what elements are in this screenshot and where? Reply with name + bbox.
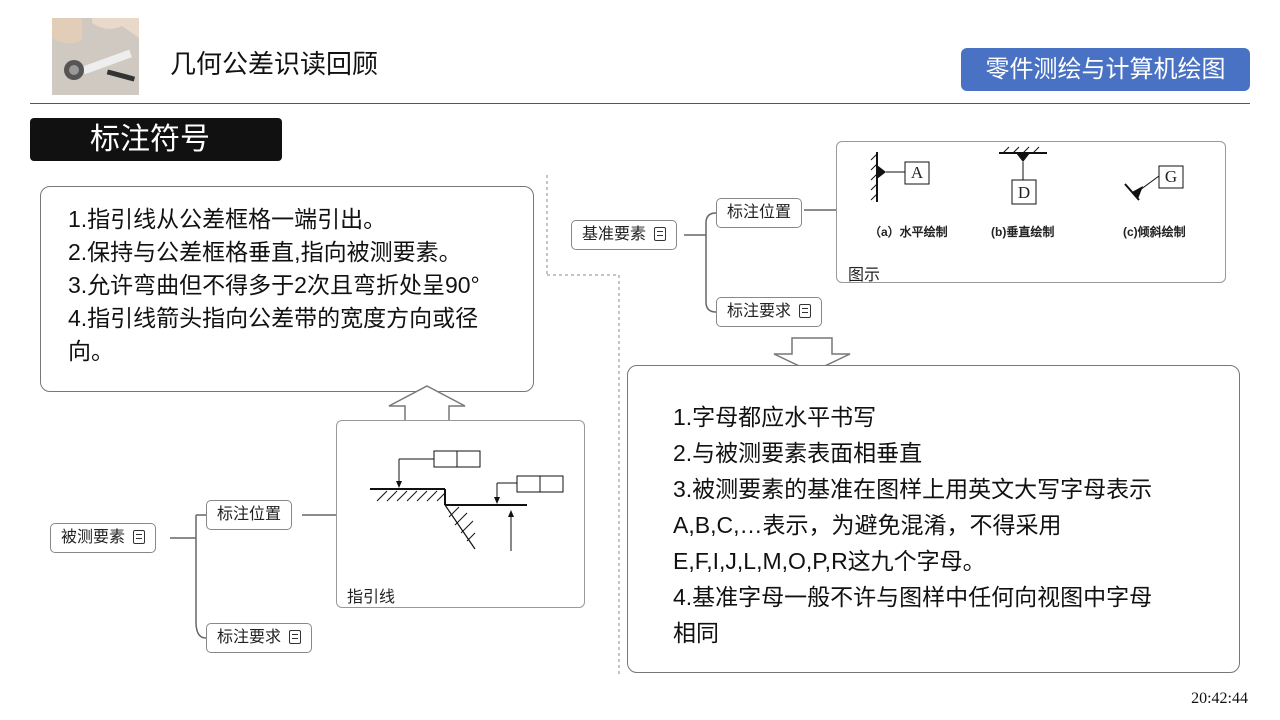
datum-rule-3: 3.被测要素的基准在图样上用英文大写字母表示 bbox=[673, 476, 1153, 502]
measured-position-label: 标注位置 bbox=[217, 506, 282, 523]
caption-inclined: (c)倾斜绘制 bbox=[1123, 225, 1186, 239]
leader-figure-caption: 指引线 bbox=[347, 589, 396, 606]
clock-readout: 20:42:44 bbox=[1191, 690, 1248, 707]
datum-rule-2: 2.与被测要素表面相垂直 bbox=[673, 440, 923, 466]
caption-horizontal: （a）水平绘制 bbox=[869, 225, 948, 239]
caption-vertical: (b)垂直绘制 bbox=[991, 225, 1055, 239]
datum-position-label: 标注位置 bbox=[727, 204, 792, 221]
datum-requirement-label: 标注要求 bbox=[727, 303, 792, 320]
note-icon bbox=[799, 304, 812, 318]
datum-letter-a: A bbox=[910, 163, 924, 182]
datum-figure-caption: 图示 bbox=[848, 267, 881, 284]
note-icon bbox=[654, 227, 667, 241]
measured-element-label: 被测要素 bbox=[61, 529, 126, 546]
measured-requirement-label: 标注要求 bbox=[217, 629, 282, 646]
datum-element-node[interactable]: 基准要素 bbox=[571, 220, 678, 250]
datum-position-node[interactable]: 标注位置 bbox=[716, 198, 803, 228]
datum-rule-3-cont: A,B,C,…表示，为避免混淆，不得采用 bbox=[673, 512, 1062, 538]
leader-figure-panel: 指引线 bbox=[336, 420, 585, 608]
datum-rule-4-cont: 相同 bbox=[673, 620, 719, 646]
measured-requirement-node[interactable]: 标注要求 bbox=[206, 623, 313, 653]
datum-figure-panel: A D G （a）水平绘制 (b)垂直绘制 (c)倾斜绘制 图示 bbox=[836, 141, 1226, 284]
datum-element-label: 基准要素 bbox=[582, 226, 647, 243]
datum-rule-4: 4.基准字母一般不许与图样中任何向视图中字母 bbox=[673, 584, 1153, 610]
measured-element-node[interactable]: 被测要素 bbox=[50, 523, 157, 553]
leader-rule-3: 3.允许弯曲但不得多于2次且弯折处呈90° bbox=[68, 272, 480, 298]
measured-position-node[interactable]: 标注位置 bbox=[206, 500, 293, 530]
leader-rule-1: 1.指引线从公差框格一端引出。 bbox=[68, 206, 387, 232]
datum-requirement-node[interactable]: 标注要求 bbox=[716, 297, 823, 327]
leader-rules-card: 1.指引线从公差框格一端引出。 2.保持与公差框格垂直,指向被测要素。 3.允许… bbox=[40, 186, 534, 392]
note-icon bbox=[289, 630, 302, 644]
leader-rule-4: 4.指引线箭头指向公差带的宽度方向或径向。 bbox=[68, 305, 479, 364]
datum-rule-3-letters: E,F,I,J,L,M,O,P,R这九个字母。 bbox=[673, 548, 986, 574]
leader-line-drawing bbox=[370, 450, 564, 551]
note-icon bbox=[133, 530, 146, 544]
datum-rules-card: 1.字母都应水平书写 2.与被测要素表面相垂直 3.被测要素的基准在图样上用英文… bbox=[627, 365, 1240, 673]
datum-rule-1: 1.字母都应水平书写 bbox=[673, 404, 877, 430]
datum-letter-g: G bbox=[1164, 167, 1178, 186]
datum-letter-d: D bbox=[1017, 183, 1031, 202]
leader-rule-2: 2.保持与公差框格垂直,指向被测要素。 bbox=[68, 239, 462, 265]
